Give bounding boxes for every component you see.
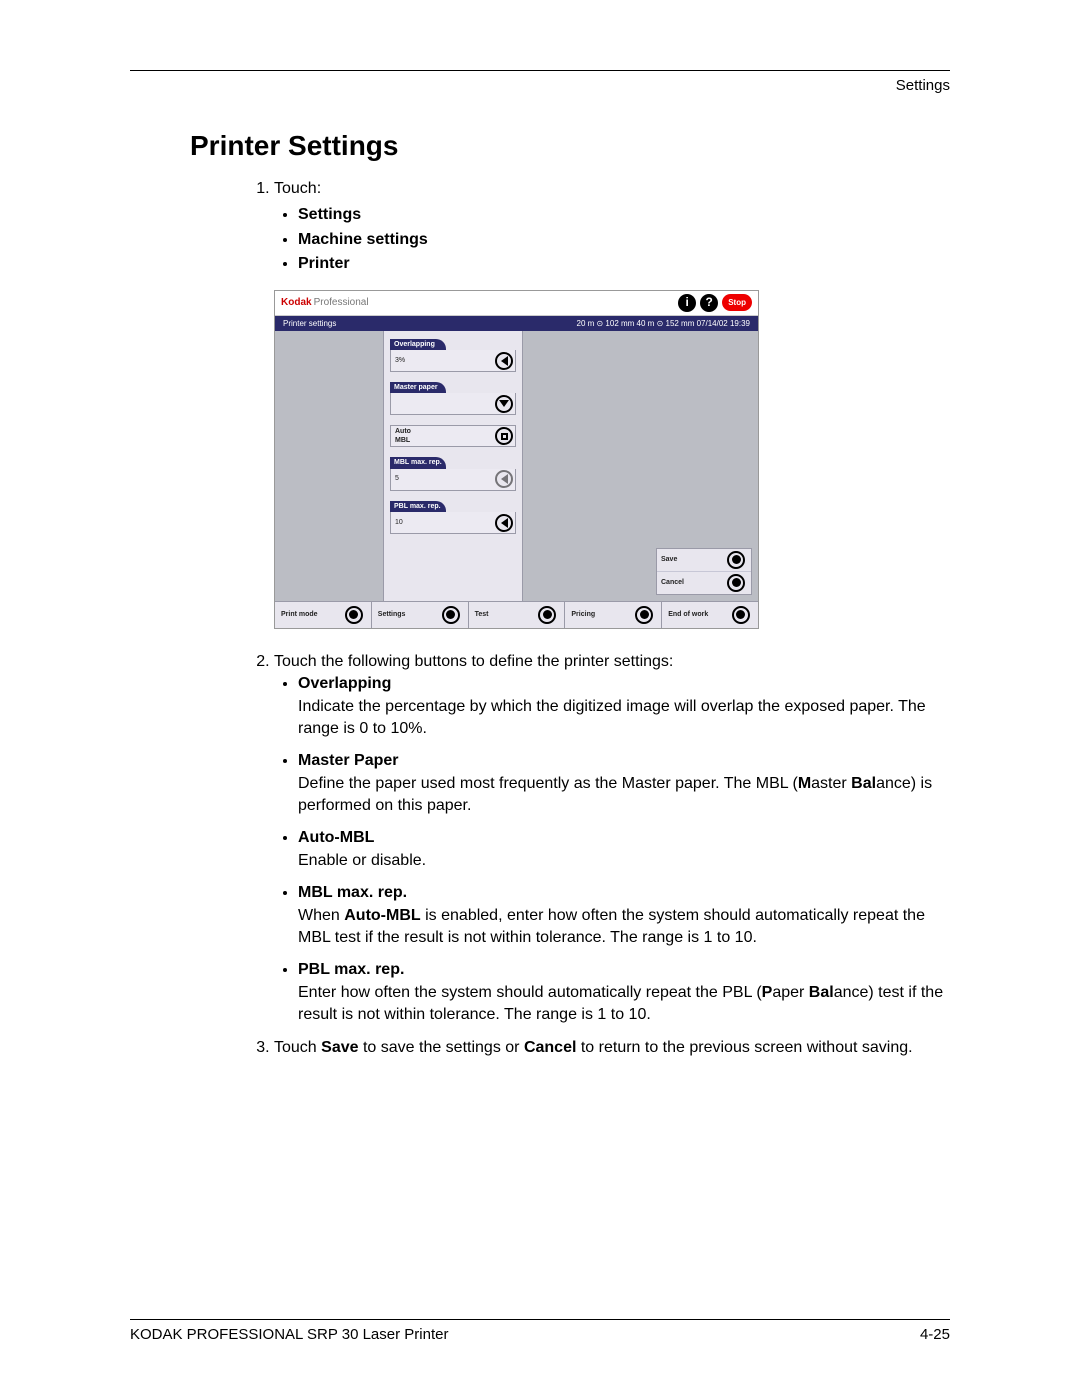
def-mbl-body: When Auto-MBL is enabled, enter how ofte… xyxy=(298,907,925,946)
dot-icon xyxy=(732,555,741,564)
footer-right: 4-25 xyxy=(920,1326,950,1343)
cancel-label: Cancel xyxy=(661,578,684,588)
save-label: Save xyxy=(661,555,677,565)
step3-a: Touch xyxy=(274,1039,321,1056)
footer-print-mode[interactable]: Print mode xyxy=(275,602,372,628)
step1-bullet-machine: Machine settings xyxy=(298,229,950,251)
step-1: Touch: Settings Machine settings Printer… xyxy=(274,178,950,629)
dot-icon xyxy=(349,610,358,619)
def-master-body: Define the paper used most frequently as… xyxy=(298,775,932,814)
center-panel: Overlapping 3% Master paper xyxy=(383,331,523,601)
def-auto-title: Auto-MBL xyxy=(298,829,374,846)
def-pbl-body: Enter how often the system should automa… xyxy=(298,984,943,1023)
ui-footer: Print mode Settings Test Pricing End of … xyxy=(275,601,758,628)
step1-bullet-printer: Printer xyxy=(298,253,950,275)
auto-mbl-toggle[interactable] xyxy=(495,427,513,445)
footer-settings[interactable]: Settings xyxy=(372,602,469,628)
step-1-intro: Touch: xyxy=(274,180,321,197)
triangle-left-icon xyxy=(501,474,508,484)
header-rule xyxy=(130,70,950,71)
stop-button[interactable]: Stop xyxy=(722,294,752,311)
cancel-row: Cancel xyxy=(657,572,751,594)
def-overlapping: Overlapping Indicate the percentage by w… xyxy=(298,673,950,740)
cancel-button[interactable] xyxy=(727,574,745,592)
dot-icon xyxy=(543,610,552,619)
dot-icon xyxy=(736,610,745,619)
step3-b: to save the settings or xyxy=(359,1039,524,1056)
footer-print-mode-label: Print mode xyxy=(281,610,318,620)
section-header: Settings xyxy=(130,77,950,94)
printer-settings-screenshot: KodakProfessional i ? Stop Printer setti… xyxy=(274,290,759,629)
master-label: Master paper xyxy=(390,382,446,393)
def-pbl-title: PBL max. rep. xyxy=(298,961,404,978)
footer-pricing[interactable]: Pricing xyxy=(565,602,662,628)
def-overlapping-title: Overlapping xyxy=(298,675,391,692)
step3-cancel: Cancel xyxy=(524,1039,576,1056)
triangle-down-icon xyxy=(499,400,509,407)
dot-icon xyxy=(446,610,455,619)
subbar-status: 20 m ⊙ 102 mm 40 m ⊙ 152 mm 07/14/02 19:… xyxy=(577,318,751,329)
footer-test[interactable]: Test xyxy=(469,602,566,628)
step3-save: Save xyxy=(321,1039,358,1056)
pbl-value: 10 xyxy=(391,518,495,528)
footer-end-label: End of work xyxy=(668,610,708,620)
triangle-left-icon xyxy=(501,356,508,366)
param-auto-mbl: Auto MBL xyxy=(390,425,516,447)
subbar-title: Printer settings xyxy=(283,318,336,329)
def-mbl-title: MBL max. rep. xyxy=(298,884,407,901)
brand-logo: KodakProfessional xyxy=(281,296,369,310)
step3-c: to return to the previous screen without… xyxy=(576,1039,912,1056)
param-mbl-max-rep: MBL max. rep. 5 xyxy=(390,457,516,490)
mbl-left-button[interactable] xyxy=(495,470,513,488)
def-pbl-max-rep: PBL max. rep. Enter how often the system… xyxy=(298,959,950,1026)
overlapping-value: 3% xyxy=(391,356,495,366)
square-icon xyxy=(501,433,508,440)
ui-status-bar: Printer settings 20 m ⊙ 102 mm 40 m ⊙ 15… xyxy=(275,316,758,331)
mbl-value: 5 xyxy=(391,474,495,484)
brand-professional: Professional xyxy=(314,297,369,308)
footer-test-label: Test xyxy=(475,610,489,620)
def-master-title: Master Paper xyxy=(298,752,399,769)
mbl-label: MBL max. rep. xyxy=(390,457,446,468)
step-2-intro: Touch the following buttons to define th… xyxy=(274,653,673,670)
page-footer: KODAK PROFESSIONAL SRP 30 Laser Printer … xyxy=(130,1320,950,1343)
triangle-left-icon xyxy=(501,518,508,528)
footer-end-of-work[interactable]: End of work xyxy=(662,602,758,628)
auto-mbl-label: Auto MBL xyxy=(391,427,495,447)
overlapping-label: Overlapping xyxy=(390,339,446,350)
footer-settings-label: Settings xyxy=(378,610,406,620)
def-mbl-max-rep: MBL max. rep. When Auto-MBL is enabled, … xyxy=(298,882,950,949)
step1-bullet-settings: Settings xyxy=(298,204,950,226)
step-2: Touch the following buttons to define th… xyxy=(274,651,950,1027)
page-title: Printer Settings xyxy=(190,130,950,162)
save-row: Save xyxy=(657,549,751,572)
pbl-left-button[interactable] xyxy=(495,514,513,532)
save-cancel-box: Save Cancel xyxy=(656,548,752,595)
def-auto-mbl: Auto-MBL Enable or disable. xyxy=(298,827,950,872)
param-overlapping: Overlapping 3% xyxy=(390,339,516,372)
step-3: Touch Save to save the settings or Cance… xyxy=(274,1037,950,1059)
def-auto-body: Enable or disable. xyxy=(298,852,426,869)
pbl-label: PBL max. rep. xyxy=(390,501,446,512)
ui-title-bar: KodakProfessional i ? Stop xyxy=(275,291,758,316)
footer-left: KODAK PROFESSIONAL SRP 30 Laser Printer xyxy=(130,1326,448,1343)
footer-pricing-label: Pricing xyxy=(571,610,595,620)
dot-icon xyxy=(732,578,741,587)
brand-kodak: Kodak xyxy=(281,297,312,308)
ui-body: Overlapping 3% Master paper xyxy=(275,331,758,601)
help-icon[interactable]: ? xyxy=(700,294,718,312)
master-dropdown-button[interactable] xyxy=(495,395,513,413)
overlapping-left-button[interactable] xyxy=(495,352,513,370)
dot-icon xyxy=(640,610,649,619)
param-pbl-max-rep: PBL max. rep. 10 xyxy=(390,501,516,534)
save-button[interactable] xyxy=(727,551,745,569)
def-master-paper: Master Paper Define the paper used most … xyxy=(298,750,950,817)
info-icon[interactable]: i xyxy=(678,294,696,312)
param-master-paper: Master paper xyxy=(390,382,516,415)
def-overlapping-body: Indicate the percentage by which the dig… xyxy=(298,698,926,737)
